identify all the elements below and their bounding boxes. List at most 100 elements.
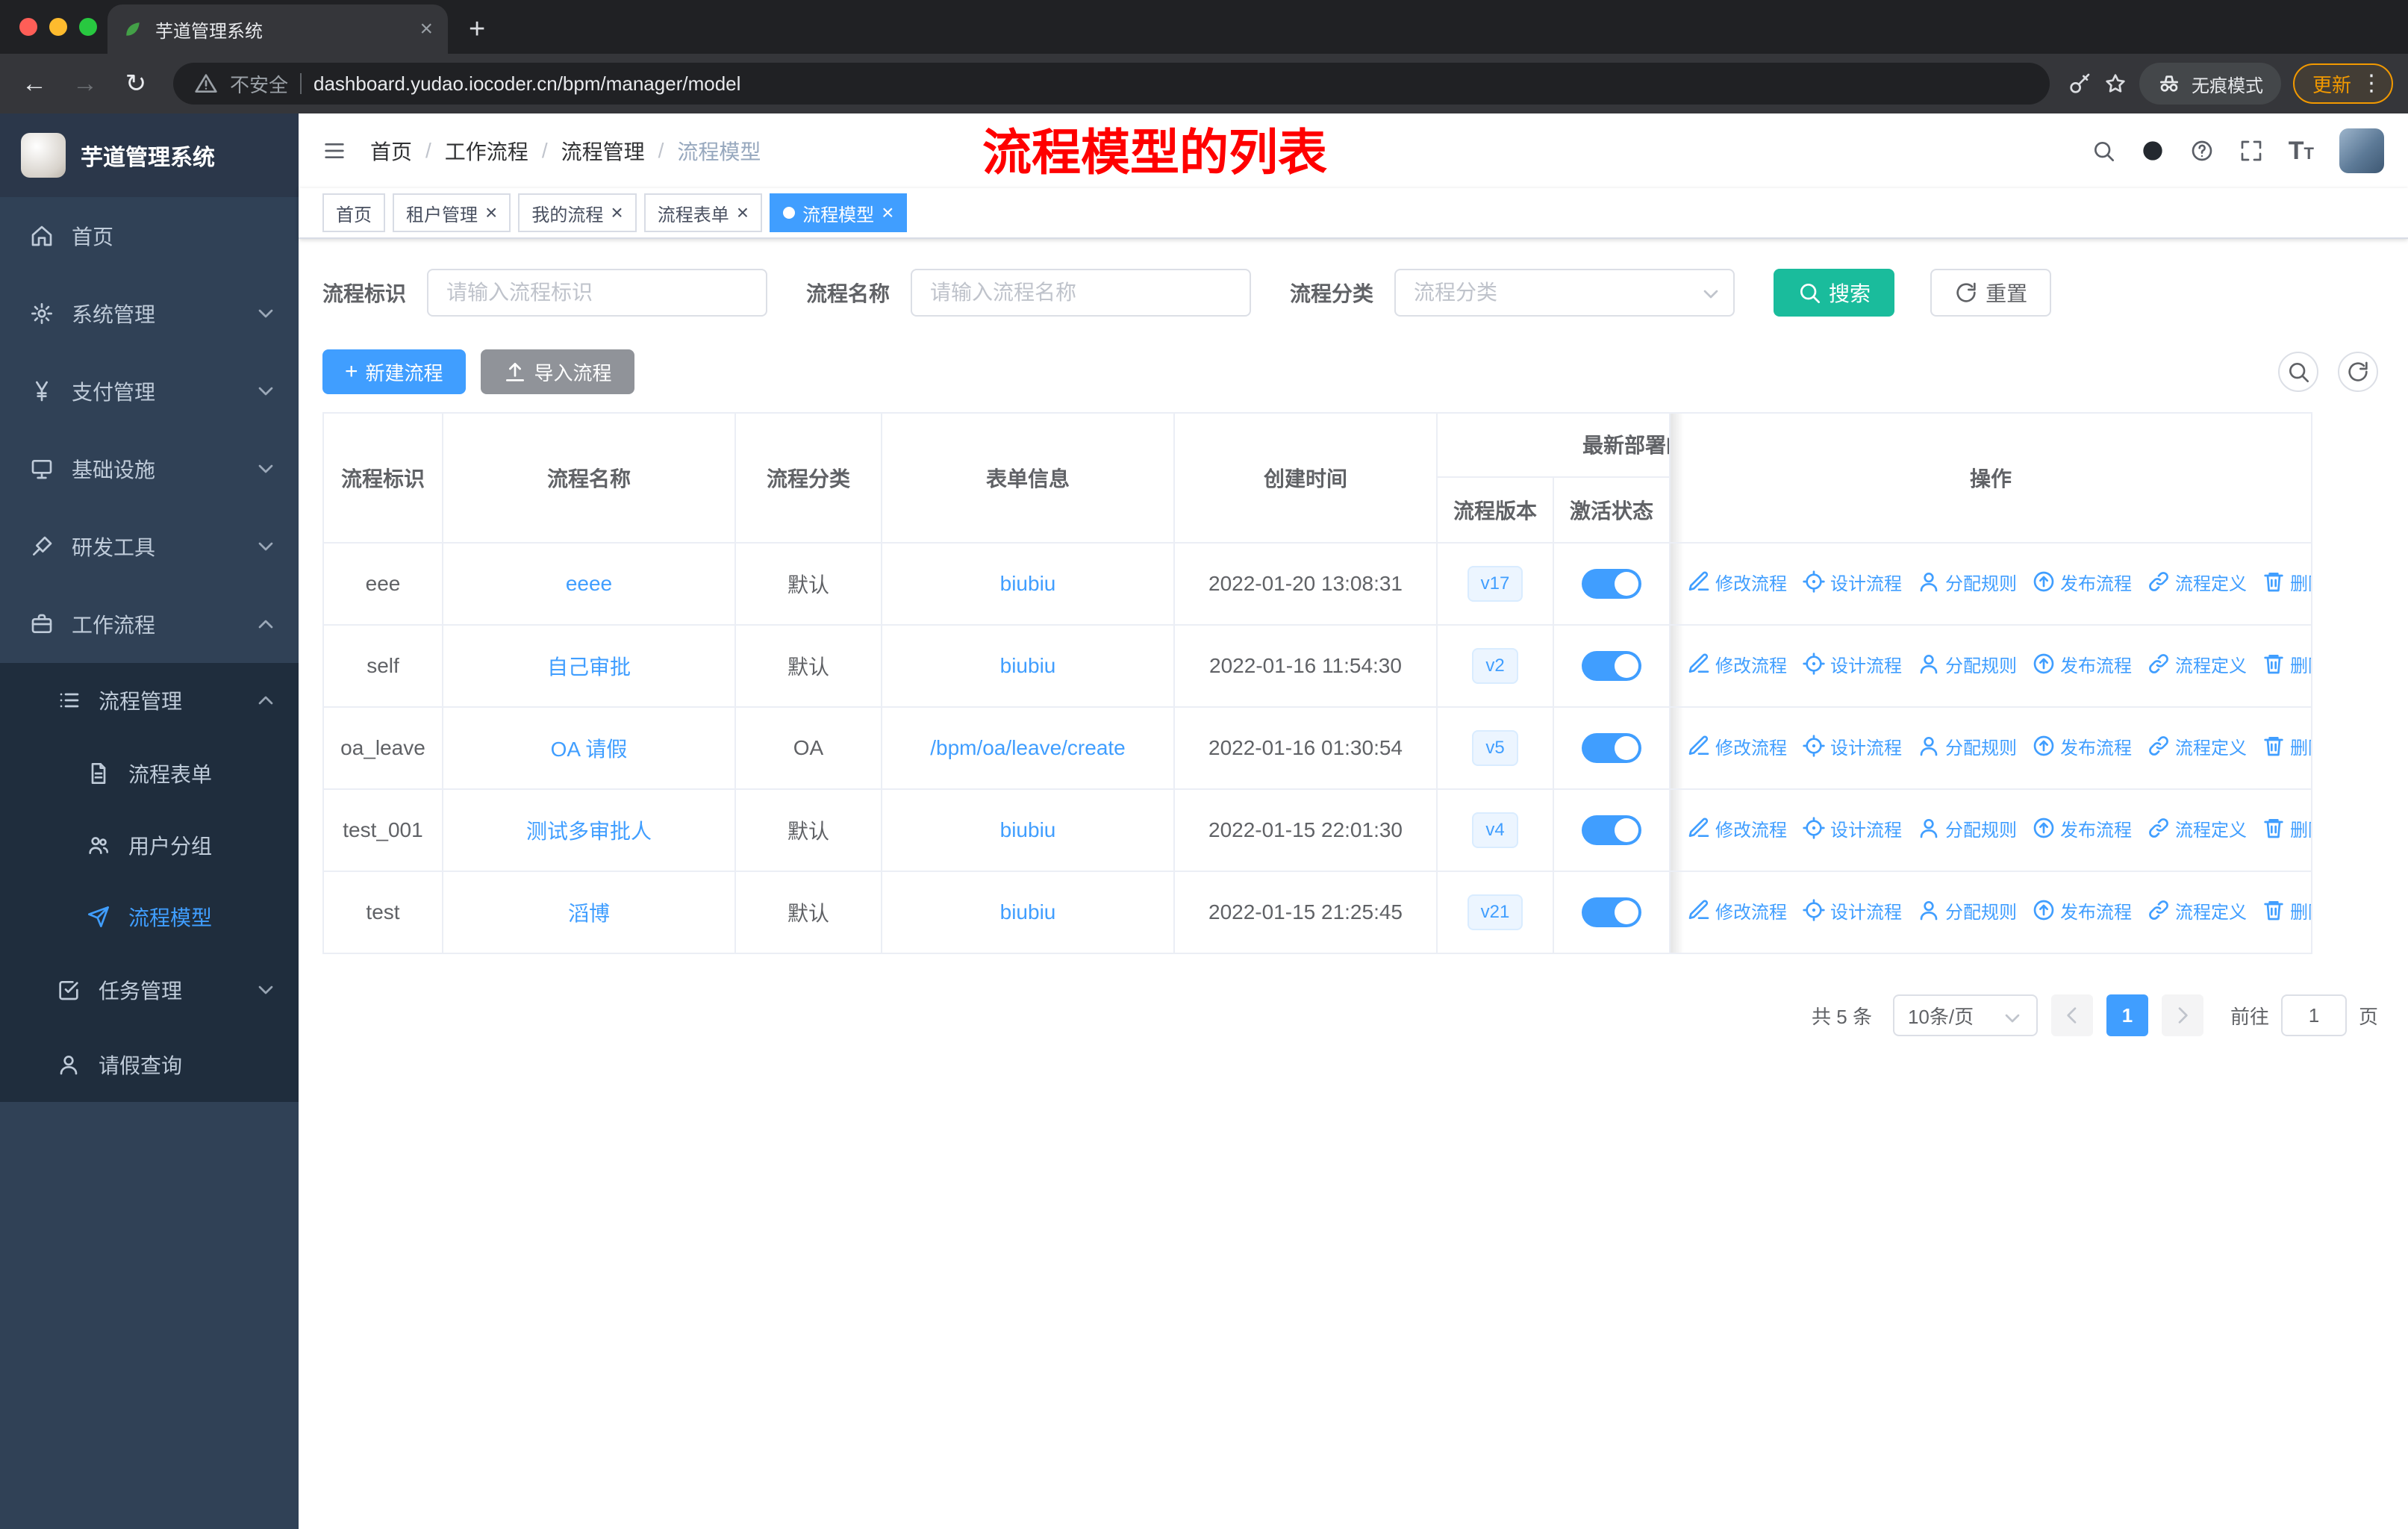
breadcrumb-item[interactable]: 流程管理 — [561, 136, 645, 166]
hamburger-icon[interactable] — [322, 139, 346, 163]
assign-action-link[interactable]: 分配规则 — [1917, 569, 2017, 595]
design-action-link[interactable]: 设计流程 — [1802, 733, 1902, 759]
current-page[interactable]: 1 — [2106, 994, 2148, 1036]
sidebar-item[interactable]: 流程表单 — [0, 738, 299, 809]
tag[interactable]: 首页 — [322, 193, 385, 232]
sidebar-item[interactable]: 流程管理 — [0, 663, 299, 738]
close-icon[interactable]: × — [882, 202, 893, 223]
avatar[interactable] — [2339, 128, 2384, 173]
edit-action-link[interactable]: 修改流程 — [1687, 569, 1787, 595]
tag[interactable]: 流程表单 × — [643, 193, 763, 232]
sidebar-item[interactable]: 用户分组 — [0, 809, 299, 881]
publish-action-link[interactable]: 发布流程 — [2032, 569, 2132, 595]
design-action-link[interactable]: 设计流程 — [1802, 897, 1902, 924]
sidebar-item[interactable]: 系统管理 — [0, 275, 299, 352]
sidebar-item[interactable]: 流程模型 — [0, 881, 299, 953]
search-button[interactable]: 搜索 — [1774, 269, 1895, 317]
definition-action-link[interactable]: 流程定义 — [2147, 651, 2247, 677]
definition-action-link[interactable]: 流程定义 — [2147, 569, 2247, 595]
sidebar-item[interactable]: 首页 — [0, 197, 299, 275]
active-toggle[interactable] — [1582, 733, 1641, 763]
prev-page-button[interactable] — [2050, 994, 2093, 1036]
publish-action-link[interactable]: 发布流程 — [2032, 897, 2132, 924]
update-button[interactable]: 更新 ⋮ — [2292, 63, 2393, 104]
edit-action-link[interactable]: 修改流程 — [1687, 651, 1787, 677]
toggle-search-button[interactable] — [2278, 352, 2318, 392]
back-button[interactable]: ← — [15, 69, 54, 99]
refresh-table-button[interactable] — [2338, 352, 2378, 392]
assign-action-link[interactable]: 分配规则 — [1917, 897, 2017, 924]
delete-action-link[interactable]: 删除 — [2262, 815, 2310, 841]
zoom-window-button[interactable] — [79, 18, 97, 36]
definition-action-link[interactable]: 流程定义 — [2147, 897, 2247, 924]
tag[interactable]: 我的流程 × — [518, 193, 637, 232]
tag[interactable]: 租户管理 × — [393, 193, 511, 232]
menu-kebab-icon[interactable]: ⋮ — [2360, 72, 2383, 95]
version-badge[interactable]: v4 — [1472, 812, 1518, 848]
sidebar-logo[interactable]: 芋道管理系统 — [0, 113, 299, 197]
model-name-link[interactable]: OA 请假 — [551, 738, 628, 761]
page-size-select[interactable]: 10条/页 — [1892, 994, 2038, 1036]
assign-action-link[interactable]: 分配规则 — [1917, 651, 2017, 677]
edit-action-link[interactable]: 修改流程 — [1687, 897, 1787, 924]
close-window-button[interactable] — [19, 18, 37, 36]
fullscreen-icon[interactable] — [2239, 139, 2263, 163]
assign-action-link[interactable]: 分配规则 — [1917, 815, 2017, 841]
edit-action-link[interactable]: 修改流程 — [1687, 815, 1787, 841]
close-icon[interactable]: × — [485, 202, 497, 223]
publish-action-link[interactable]: 发布流程 — [2032, 651, 2132, 677]
active-toggle[interactable] — [1582, 651, 1641, 681]
close-icon[interactable]: × — [737, 202, 749, 223]
sidebar-item[interactable]: 请假查询 — [0, 1027, 299, 1102]
delete-action-link[interactable]: 删除 — [2262, 651, 2310, 677]
model-name-link[interactable]: 测试多审批人 — [526, 820, 652, 843]
close-tab-icon[interactable]: × — [419, 18, 433, 40]
next-page-button[interactable] — [2161, 994, 2203, 1036]
active-toggle[interactable] — [1582, 815, 1641, 845]
publish-action-link[interactable]: 发布流程 — [2032, 815, 2132, 841]
minimize-window-button[interactable] — [49, 18, 67, 36]
form-info-link[interactable]: biubiu — [1000, 900, 1056, 924]
address-bar[interactable]: 不安全 dashboard.yudao.iocoder.cn/bpm/manag… — [173, 63, 2050, 105]
version-badge[interactable]: v21 — [1467, 894, 1523, 930]
search-icon[interactable] — [2092, 139, 2115, 163]
form-info-link[interactable]: biubiu — [1000, 818, 1056, 841]
breadcrumb-item[interactable]: 首页 — [370, 136, 412, 166]
form-info-link[interactable]: biubiu — [1000, 572, 1056, 595]
help-icon[interactable] — [2190, 139, 2214, 163]
sidebar-item[interactable]: 研发工具 — [0, 508, 299, 585]
model-name-link[interactable]: eeee — [566, 572, 612, 595]
version-badge[interactable]: v5 — [1472, 730, 1518, 766]
breadcrumb-item[interactable]: 工作流程 — [445, 136, 528, 166]
design-action-link[interactable]: 设计流程 — [1802, 815, 1902, 841]
forward-button[interactable]: → — [66, 69, 105, 99]
definition-action-link[interactable]: 流程定义 — [2147, 815, 2247, 841]
github-icon[interactable] — [2141, 139, 2165, 163]
delete-action-link[interactable]: 删除 — [2262, 897, 2310, 924]
sidebar-item[interactable]: 工作流程 — [0, 585, 299, 663]
form-info-link[interactable]: biubiu — [1000, 654, 1056, 677]
key-icon[interactable] — [2068, 72, 2092, 96]
publish-action-link[interactable]: 发布流程 — [2032, 733, 2132, 759]
design-action-link[interactable]: 设计流程 — [1802, 569, 1902, 595]
form-info-link[interactable]: /bpm/oa/leave/create — [930, 736, 1126, 759]
delete-action-link[interactable]: 删除 — [2262, 569, 2310, 595]
version-badge[interactable]: v17 — [1467, 566, 1523, 602]
sidebar-item[interactable]: 支付管理 — [0, 352, 299, 430]
sidebar-item[interactable]: 任务管理 — [0, 953, 299, 1027]
browser-tab[interactable]: 芋道管理系统 × — [107, 4, 448, 54]
reset-button[interactable]: 重置 — [1930, 269, 2052, 317]
edit-action-link[interactable]: 修改流程 — [1687, 733, 1787, 759]
tag[interactable]: 流程模型 × — [770, 193, 908, 232]
active-toggle[interactable] — [1582, 897, 1641, 927]
reload-button[interactable]: ↻ — [116, 69, 155, 99]
assign-action-link[interactable]: 分配规则 — [1917, 733, 2017, 759]
process-name-input[interactable] — [911, 269, 1252, 317]
new-tab-button[interactable]: + — [469, 15, 485, 43]
model-name-link[interactable]: 自己审批 — [547, 655, 631, 679]
bookmark-star-icon[interactable] — [2103, 72, 2127, 96]
create-process-button[interactable]: + 新建流程 — [322, 349, 466, 394]
definition-action-link[interactable]: 流程定义 — [2147, 733, 2247, 759]
design-action-link[interactable]: 设计流程 — [1802, 651, 1902, 677]
font-size-icon[interactable]: TT — [2289, 138, 2314, 164]
